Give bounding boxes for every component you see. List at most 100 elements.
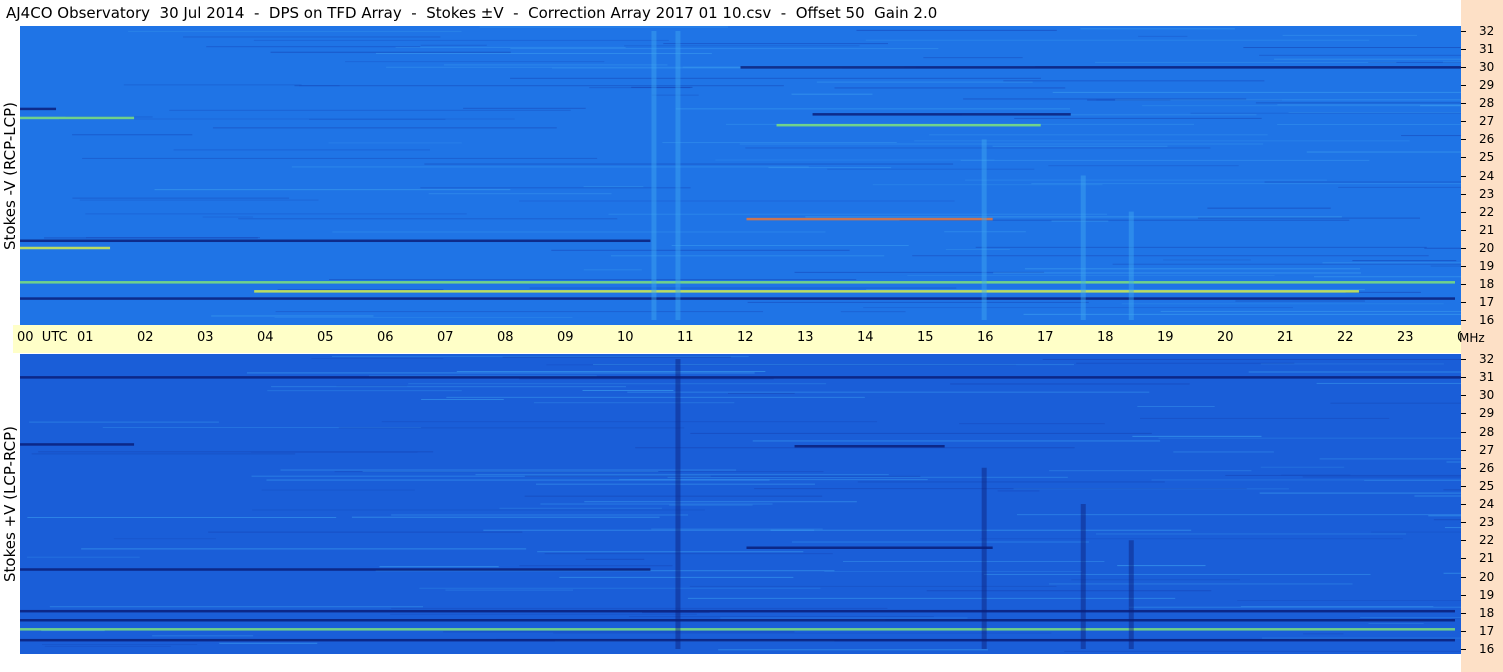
noise-streak bbox=[816, 81, 1033, 83]
noise-streak bbox=[805, 216, 1342, 218]
frequency-tick-label: 19 bbox=[1479, 258, 1495, 273]
noise-streak bbox=[219, 642, 318, 644]
noise-streak bbox=[907, 275, 1275, 277]
y-axis-label-top-text: Stokes -V (RCP-LCP) bbox=[1, 101, 19, 250]
noise-streak bbox=[250, 451, 418, 453]
noise-streak bbox=[950, 383, 1190, 385]
noise-streak bbox=[1330, 402, 1461, 404]
noise-streak bbox=[1264, 181, 1461, 183]
spectrogram-top-panel bbox=[20, 26, 1461, 325]
noise-streak bbox=[1414, 495, 1461, 497]
time-tick-label: 02 bbox=[137, 330, 154, 345]
noise-streak bbox=[583, 269, 642, 271]
noise-streak bbox=[446, 396, 865, 398]
emission-band bbox=[20, 619, 1455, 622]
noise-streak bbox=[1237, 600, 1461, 602]
frequency-tick-mark bbox=[1461, 576, 1466, 578]
noise-streak bbox=[483, 529, 815, 531]
noise-streak bbox=[44, 645, 171, 647]
noise-streak bbox=[29, 421, 219, 423]
noise-streak bbox=[1094, 61, 1397, 63]
noise-streak bbox=[1160, 310, 1461, 312]
time-tick-label: 07 bbox=[437, 330, 454, 345]
frequency-tick-mark bbox=[1461, 630, 1466, 632]
frequency-tick-label: 17 bbox=[1479, 294, 1495, 309]
time-tick-label: 12 bbox=[737, 330, 754, 345]
noise-streak bbox=[375, 52, 712, 54]
noise-streak bbox=[1158, 437, 1461, 439]
frequency-tick-mark bbox=[1461, 467, 1466, 469]
noise-streak bbox=[1024, 268, 1361, 270]
noise-streak bbox=[1306, 151, 1461, 153]
noise-streak bbox=[1316, 382, 1461, 384]
noise-streak bbox=[211, 315, 374, 317]
noise-streak bbox=[1443, 489, 1461, 491]
frequency-tick-label: 32 bbox=[1479, 24, 1495, 38]
frequency-tick-mark bbox=[1461, 612, 1466, 614]
noise-streak bbox=[1282, 34, 1417, 36]
noise-streak bbox=[86, 237, 260, 239]
vertical-feature bbox=[1080, 175, 1086, 320]
emission-band bbox=[20, 239, 651, 243]
noise-streak bbox=[745, 147, 1211, 149]
noise-streak bbox=[1260, 363, 1444, 365]
noise-streak bbox=[1262, 637, 1461, 639]
frequency-tick-mark bbox=[1461, 320, 1466, 321]
spectrogram-background bbox=[20, 26, 1461, 325]
noise-streak bbox=[1259, 492, 1461, 494]
y-axis-label-bottom: Stokes +V (LCP-RCP) bbox=[0, 354, 20, 654]
noise-streak bbox=[329, 279, 857, 281]
noise-streak bbox=[739, 143, 1264, 145]
vertical-feature bbox=[1128, 540, 1134, 649]
noise-streak bbox=[975, 246, 1427, 248]
time-tick-label: 06 bbox=[377, 330, 394, 345]
frequency-tick-mark bbox=[1461, 377, 1466, 379]
noise-streak bbox=[1031, 183, 1461, 185]
noise-streak bbox=[1259, 54, 1461, 56]
noise-streak bbox=[872, 184, 1103, 186]
noise-streak bbox=[993, 272, 1362, 274]
noise-streak bbox=[651, 94, 699, 96]
noise-streak bbox=[519, 378, 774, 380]
noise-streak bbox=[945, 249, 1010, 251]
spectrogram-top-svg bbox=[20, 26, 1461, 325]
frequency-tick-label: 26 bbox=[1479, 132, 1495, 147]
frequency-tick-label: 18 bbox=[1479, 605, 1495, 620]
noise-streak bbox=[1014, 117, 1262, 119]
frequency-tick-label: 29 bbox=[1479, 78, 1495, 93]
noise-streak bbox=[202, 216, 254, 218]
noise-streak bbox=[85, 213, 467, 215]
noise-streak bbox=[1138, 35, 1188, 37]
noise-streak bbox=[1142, 105, 1461, 107]
noise-streak bbox=[589, 87, 691, 89]
frequency-tick-label: 18 bbox=[1479, 276, 1495, 291]
noise-streak bbox=[275, 311, 764, 313]
noise-streak bbox=[689, 585, 1057, 587]
frequency-tick-label: 25 bbox=[1479, 150, 1495, 165]
noise-streak bbox=[499, 507, 662, 509]
noise-streak bbox=[1302, 476, 1461, 478]
time-axis: 00 UTC 01 02 03 04 05 06 07 08 09 10 11 12 13 14 15 16 17… bbox=[13, 325, 1474, 353]
noise-streak bbox=[351, 516, 660, 518]
noise-streak bbox=[1048, 583, 1353, 585]
frequency-tick-label: 28 bbox=[1479, 424, 1495, 439]
noise-streak bbox=[1443, 572, 1461, 574]
noise-streak bbox=[627, 391, 1150, 393]
noise-streak bbox=[390, 613, 697, 615]
noise-streak bbox=[1132, 435, 1262, 437]
noise-streak bbox=[524, 475, 921, 477]
frequency-tick-label: 20 bbox=[1479, 240, 1495, 255]
noise-streak bbox=[252, 509, 705, 511]
noise-streak bbox=[914, 140, 1410, 142]
spectrogram-bottom-svg bbox=[20, 354, 1461, 654]
noise-streak bbox=[267, 390, 462, 392]
noise-streak bbox=[720, 617, 968, 619]
noise-streak bbox=[856, 29, 1057, 31]
emission-band bbox=[794, 445, 945, 448]
time-tick-label: 05 bbox=[317, 330, 334, 345]
noise-streak bbox=[123, 84, 302, 86]
noise-streak bbox=[667, 476, 1068, 478]
noise-streak bbox=[824, 571, 1083, 573]
frequency-unit-label: MHz bbox=[1459, 331, 1485, 345]
noise-streak bbox=[544, 553, 833, 555]
